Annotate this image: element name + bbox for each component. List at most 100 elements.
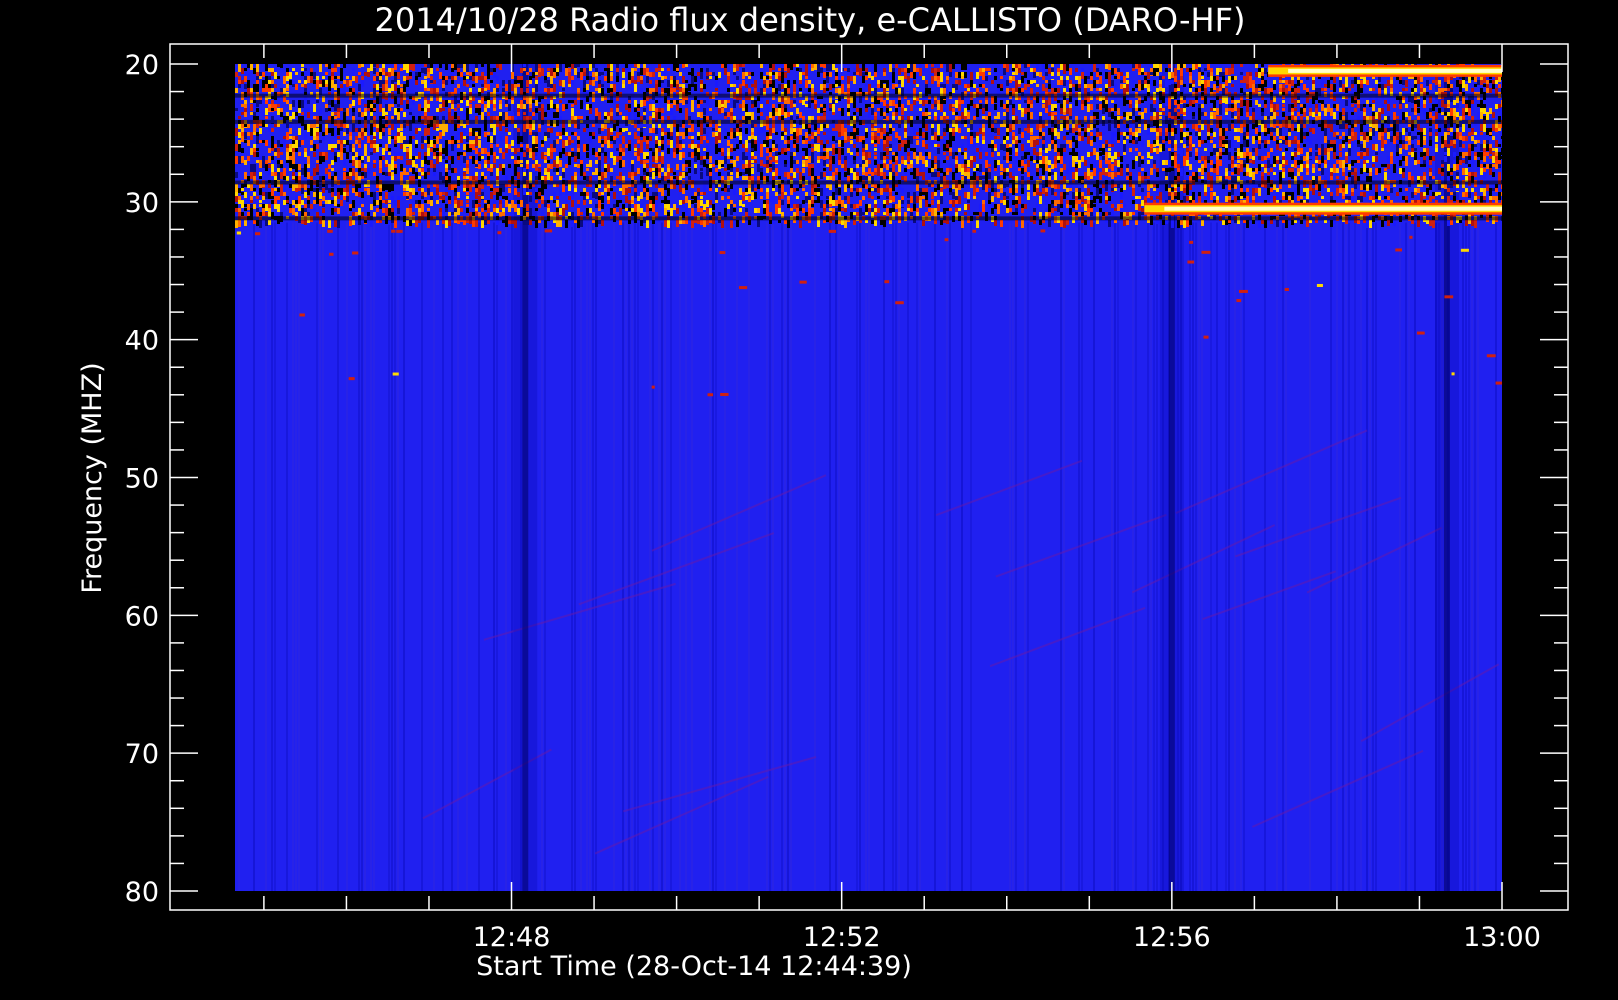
noise-cell bbox=[661, 88, 664, 92]
noise-cell bbox=[856, 128, 859, 135]
noise-cell bbox=[871, 124, 874, 128]
noise-cell bbox=[478, 188, 481, 195]
noise-cell bbox=[403, 184, 406, 188]
noise-cell bbox=[304, 172, 307, 177]
noise-cell bbox=[895, 84, 898, 87]
noise-cell bbox=[280, 152, 283, 155]
noise-cell bbox=[508, 116, 511, 120]
noise-cell bbox=[433, 172, 436, 176]
noise-cell bbox=[478, 156, 481, 161]
heatmap-column bbox=[595, 222, 597, 891]
noise-cell bbox=[409, 112, 412, 115]
noise-cell bbox=[685, 164, 688, 167]
noise-cell bbox=[604, 76, 607, 81]
noise-cell bbox=[913, 192, 916, 200]
noise-cell bbox=[823, 148, 826, 151]
noise-cell bbox=[439, 64, 442, 68]
noise-cell bbox=[319, 140, 322, 143]
noise-cell bbox=[886, 200, 889, 205]
noise-cell bbox=[286, 152, 289, 160]
noise-cell bbox=[511, 220, 514, 224]
noise-cell bbox=[307, 100, 310, 104]
noise-cell bbox=[643, 184, 646, 188]
noise-cell bbox=[331, 204, 334, 208]
noise-cell bbox=[313, 192, 316, 197]
heatmap-column bbox=[1348, 222, 1350, 891]
noise-cell bbox=[571, 108, 574, 116]
noise-cell bbox=[526, 192, 529, 195]
noise-cell bbox=[247, 72, 250, 76]
heatmap-column bbox=[628, 222, 630, 891]
noise-cell bbox=[529, 80, 532, 84]
noise-cell bbox=[994, 72, 997, 76]
noise-cell bbox=[679, 200, 682, 205]
noise-cell bbox=[619, 112, 622, 115]
noise-cell bbox=[739, 188, 742, 195]
noise-cell bbox=[412, 168, 415, 174]
noise-cell bbox=[715, 100, 718, 107]
noise-cell bbox=[949, 72, 952, 77]
noise-cell bbox=[328, 64, 331, 69]
noise-cell bbox=[457, 84, 460, 88]
noise-cell bbox=[808, 156, 811, 163]
noise-cell bbox=[883, 100, 886, 106]
noise-cell bbox=[982, 68, 985, 72]
noise-cell bbox=[760, 64, 763, 68]
noise-cell bbox=[637, 188, 640, 193]
noise-cell bbox=[541, 192, 544, 195]
noise-cell bbox=[361, 136, 364, 140]
noise-cell bbox=[382, 132, 385, 136]
noise-cell bbox=[931, 200, 934, 205]
noise-cell bbox=[640, 80, 643, 84]
noise-cell bbox=[784, 112, 787, 118]
heatmap-column bbox=[274, 222, 276, 891]
noise-cell bbox=[520, 136, 523, 142]
noise-cell bbox=[364, 136, 367, 140]
heatmap-plot-area bbox=[235, 64, 1502, 891]
noise-cell bbox=[310, 68, 313, 72]
noise-cell bbox=[322, 188, 325, 193]
noise-cell bbox=[988, 172, 991, 179]
noise-cell bbox=[652, 196, 655, 204]
noise-cell bbox=[667, 80, 670, 87]
noise-cell bbox=[301, 100, 304, 108]
noise-cell bbox=[580, 164, 583, 168]
noise-cell bbox=[823, 188, 826, 195]
noise-cell bbox=[859, 200, 862, 206]
noise-cell bbox=[529, 164, 532, 170]
noise-cell bbox=[382, 84, 385, 91]
noise-cell bbox=[328, 188, 331, 193]
noise-cell bbox=[688, 152, 691, 157]
noise-cell bbox=[1000, 144, 1003, 150]
noise-cell bbox=[901, 140, 904, 147]
noise-cell bbox=[331, 212, 334, 215]
noise-cell bbox=[238, 124, 241, 129]
noise-cell bbox=[679, 72, 682, 76]
noise-cell bbox=[721, 164, 724, 167]
noise-cell bbox=[256, 148, 259, 151]
noise-cell bbox=[946, 208, 949, 211]
noise-cell bbox=[808, 144, 811, 148]
noise-cell bbox=[448, 156, 451, 160]
noise-cell bbox=[937, 148, 940, 154]
noise-cell bbox=[898, 144, 901, 151]
noise-cell bbox=[715, 148, 718, 154]
noise-cell bbox=[901, 116, 904, 120]
noise-cell bbox=[502, 200, 505, 203]
noise-cell bbox=[1003, 200, 1006, 205]
noise-cell bbox=[445, 172, 448, 176]
noise-cell bbox=[256, 108, 259, 112]
noise-cell bbox=[670, 124, 673, 132]
noise-cell bbox=[979, 72, 982, 76]
noise-cell bbox=[379, 80, 382, 87]
noise-cell bbox=[931, 172, 934, 177]
noise-cell bbox=[619, 200, 622, 203]
noise-cell bbox=[838, 80, 841, 86]
noise-cell bbox=[643, 192, 646, 197]
noise-cell bbox=[523, 72, 526, 75]
noise-cell bbox=[364, 188, 367, 191]
noise-cell bbox=[415, 192, 418, 195]
noise-cell bbox=[304, 124, 307, 130]
noise-cell bbox=[448, 164, 451, 170]
noise-cell bbox=[1015, 188, 1018, 193]
